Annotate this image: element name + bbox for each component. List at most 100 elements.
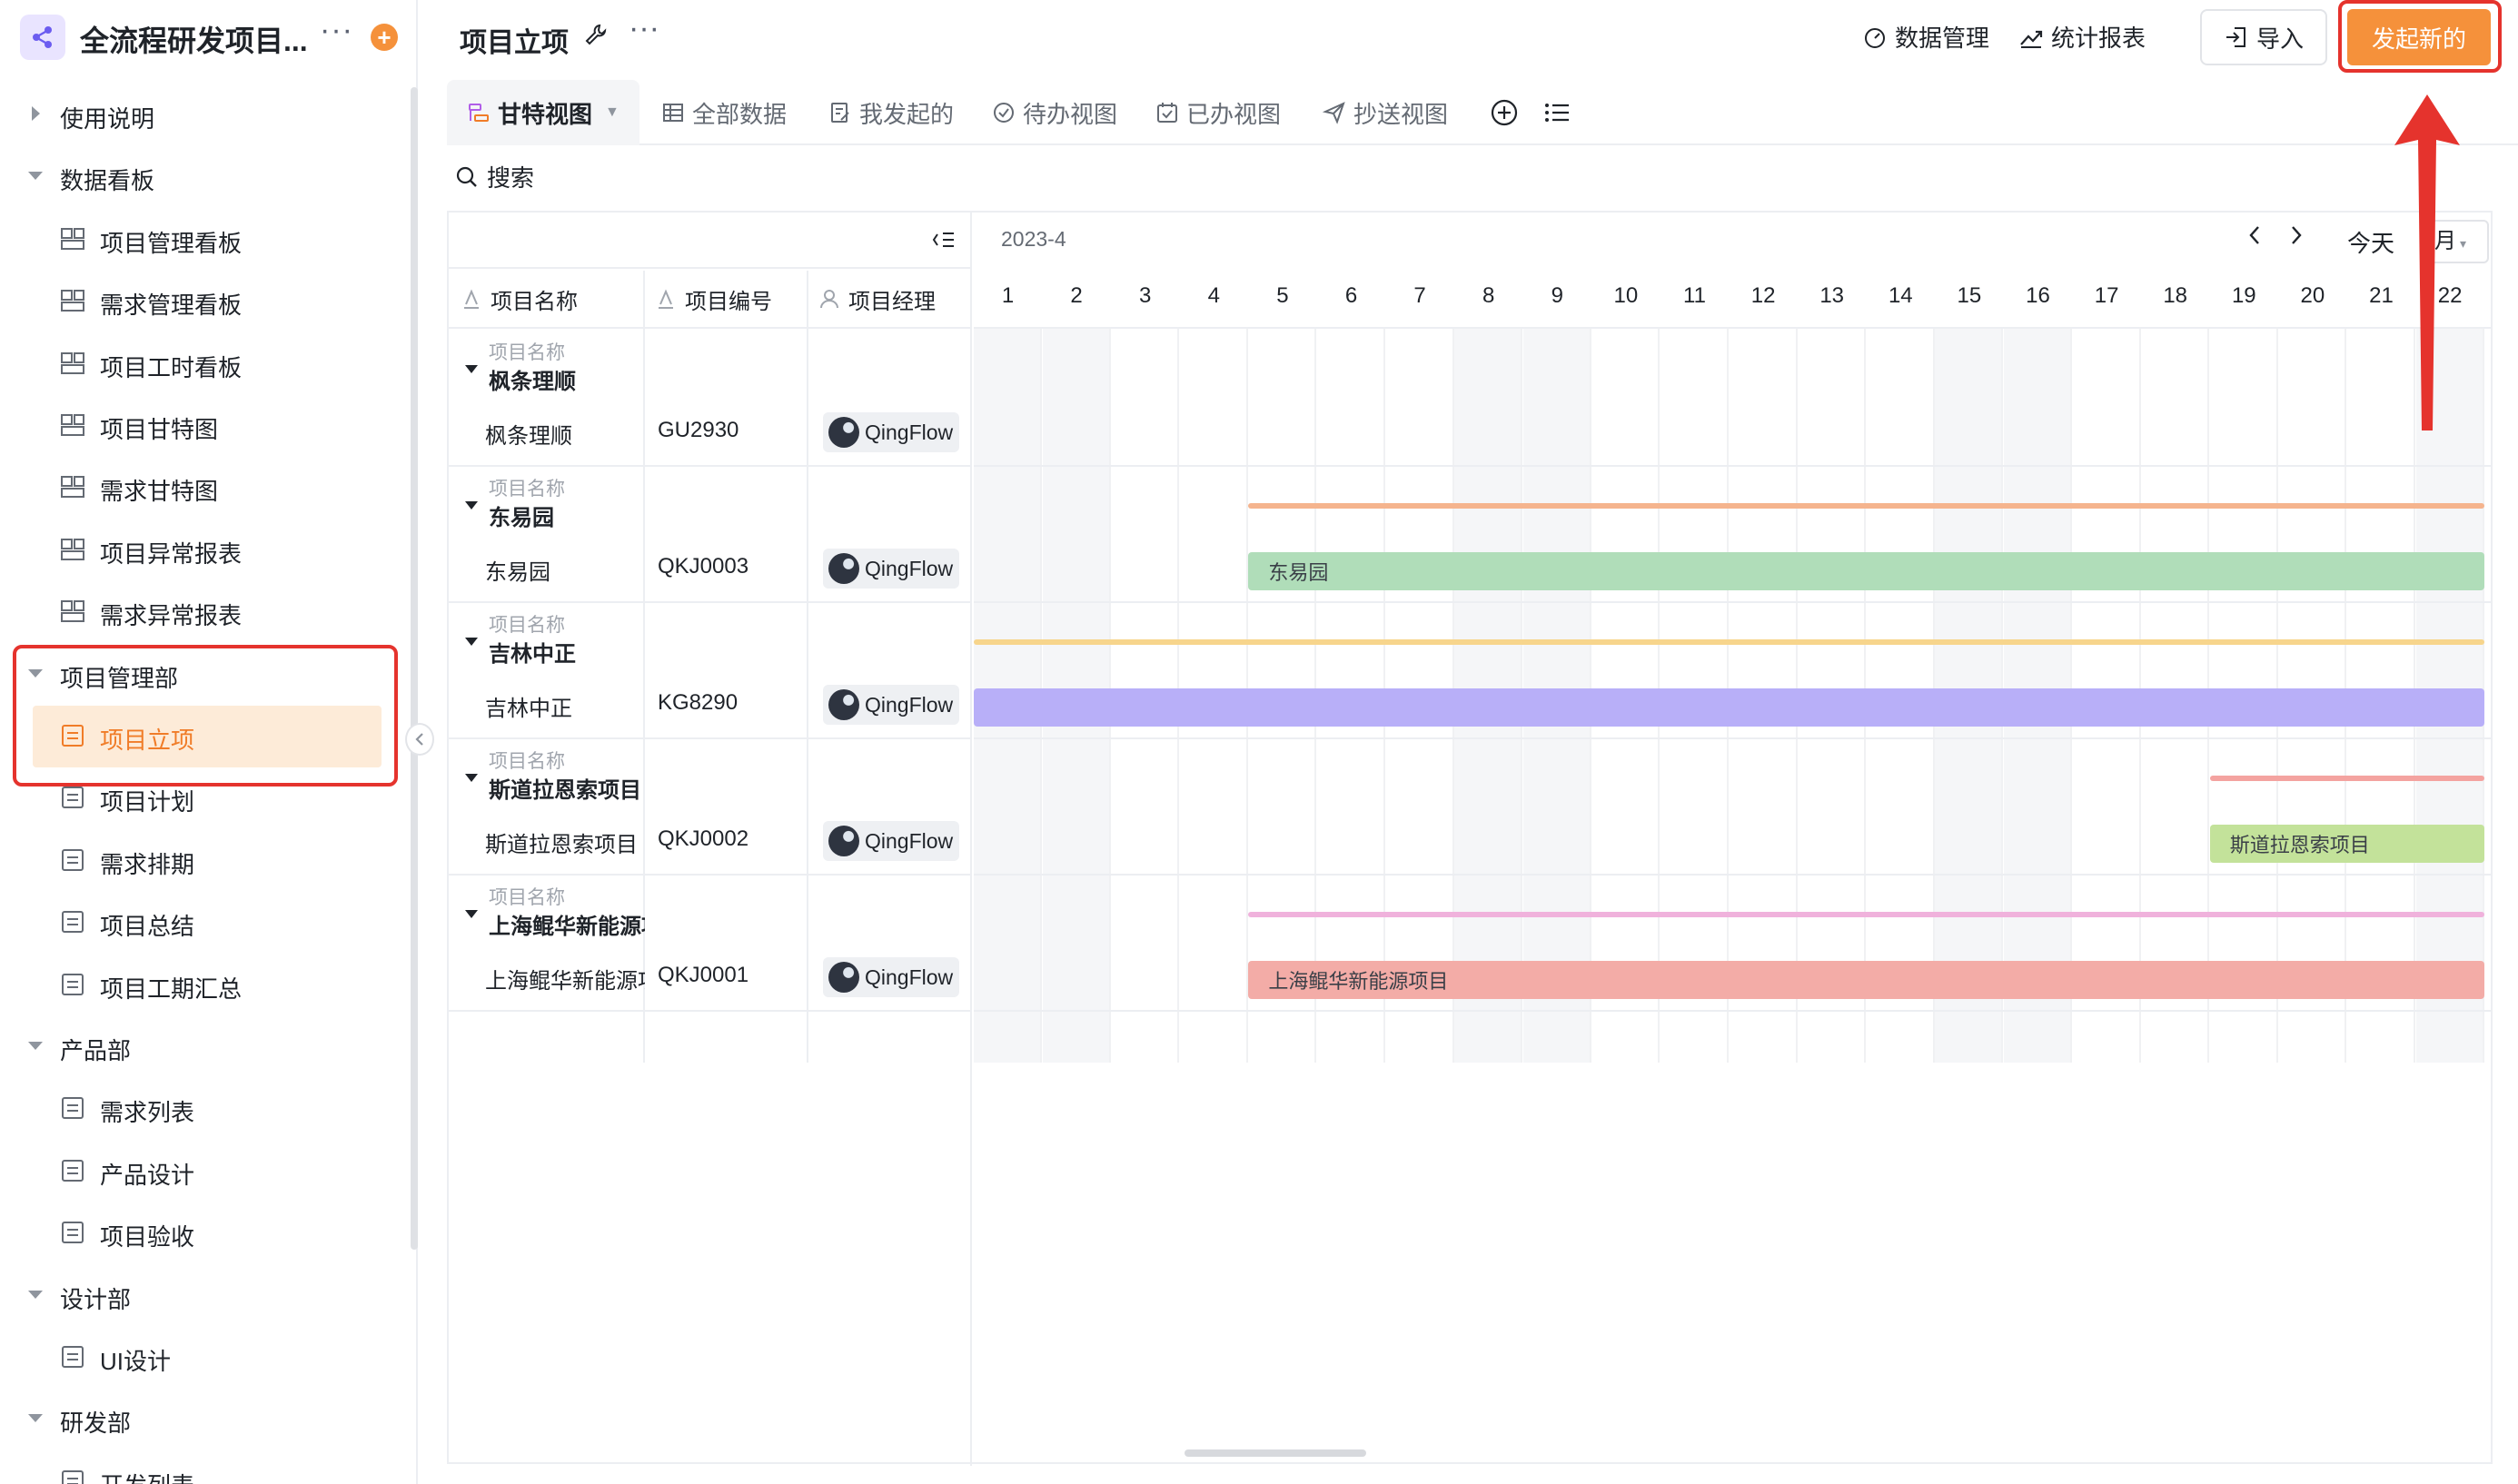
wrench-icon[interactable] (583, 22, 609, 52)
manager-name: QingFlow (865, 828, 954, 853)
gantt-bar[interactable]: 东易园 (1248, 552, 2485, 590)
sidebar-header: 全流程研发项目... ··· + (0, 0, 418, 73)
column-header[interactable]: 项目编号 (643, 271, 807, 329)
dashboard-icon (61, 351, 84, 374)
gantt-bar[interactable] (974, 688, 2485, 727)
sidebar-item-label: 项目总结 (100, 913, 195, 941)
search-box[interactable]: 搜索 (454, 160, 534, 193)
gantt-timeline: 2023-4 今天 月 ▾ 1 2 3 4 5 6 7 8 9 10 11 12 13 14 15 16 17 18… (974, 213, 2493, 1466)
sidebar-item[interactable]: 产品部 (0, 1015, 403, 1077)
gantt-bar[interactable]: 上海鲲华新能源项目 (1248, 961, 2485, 999)
data-manage-button[interactable]: 数据管理 (1862, 20, 1989, 54)
tab[interactable]: 抄送视图 (1323, 80, 1448, 145)
avatar (828, 689, 859, 720)
sidebar-item[interactable]: 项目总结 (0, 891, 403, 953)
sidebar-item[interactable]: 项目工时看板 (0, 332, 403, 394)
sidebar-item[interactable]: 产品设计 (0, 1140, 403, 1202)
sidebar-item[interactable]: 项目验收 (0, 1202, 403, 1263)
collapse-table-icon[interactable] (932, 229, 956, 255)
manager-chip[interactable]: QingFlow (823, 821, 959, 861)
manager-chip[interactable]: QingFlow (823, 549, 959, 589)
tab[interactable]: 全部数据 (661, 80, 787, 145)
import-button[interactable]: 导入 (2200, 9, 2327, 65)
table-row[interactable]: 项目名称 东易园 东易园 QKJ0003 QingFlow (449, 467, 972, 603)
chevron-left-icon[interactable] (2245, 223, 2264, 247)
manager-chip[interactable]: QingFlow (823, 957, 959, 997)
caret-down-icon[interactable] (465, 910, 478, 918)
day-label: 10 (1613, 283, 1639, 308)
sidebar-item[interactable]: 使用说明 (0, 84, 403, 145)
sidebar-item[interactable]: 研发部 (0, 1388, 403, 1449)
day-label: 15 (1957, 283, 1982, 308)
sidebar-item[interactable]: 需求排期 (0, 829, 403, 891)
caret-down-icon[interactable] (465, 365, 478, 373)
row-line (974, 601, 2493, 603)
sidebar-item-label: 需求列表 (100, 1099, 195, 1127)
gantt-progress-line[interactable] (2209, 776, 2485, 781)
add-icon[interactable]: + (371, 24, 398, 51)
sidebar-item[interactable]: 数据看板 (0, 145, 403, 207)
day-label: 13 (1819, 283, 1845, 308)
sidebar-scrollbar[interactable] (411, 87, 418, 1250)
sidebar-item[interactable]: 项目工期汇总 (0, 954, 403, 1015)
table-row[interactable]: 项目名称 吉林中正 吉林中正 KG8290 QingFlow (449, 603, 972, 739)
group-label: 项目名称 (489, 479, 565, 500)
tab[interactable]: 已办视图 (1155, 80, 1281, 145)
day-label: 16 (2026, 283, 2050, 308)
caret-down-icon[interactable] (465, 774, 478, 782)
collapse-sidebar-button[interactable] (405, 723, 434, 756)
trend-icon (2020, 30, 2043, 48)
stats-report-button[interactable]: 统计报表 (2018, 20, 2146, 54)
sidebar-item[interactable]: 开发列表 (0, 1450, 403, 1484)
table-row[interactable]: 项目名称 斯道拉恩索项目 斯道拉恩索项目 QKJ0002 QingFlow (449, 739, 972, 876)
column-header[interactable]: 项目经理 (807, 271, 972, 329)
sidebar-item[interactable]: 项目甘特图 (0, 394, 403, 456)
gantt-progress-line[interactable] (974, 639, 2485, 645)
caret-down-icon[interactable] (25, 1408, 45, 1428)
table-row[interactable]: 项目名称 枫条理顺 枫条理顺 GU2930 QingFlow (449, 331, 972, 467)
caret-down-icon[interactable] (465, 638, 478, 646)
caret-down-icon[interactable] (465, 501, 478, 510)
tab-label: 全部数据 (692, 100, 788, 128)
chevron-right-icon[interactable] (2287, 223, 2305, 247)
sidebar-item[interactable]: 需求甘特图 (0, 456, 403, 518)
sidebar-item[interactable]: 项目异常报表 (0, 519, 403, 580)
caret-down-icon[interactable] (25, 1035, 45, 1055)
edit-doc-icon (831, 103, 849, 123)
view-list-button[interactable] (1542, 80, 1571, 145)
new-record-button[interactable]: 发起新的 (2347, 9, 2491, 65)
column-header[interactable]: 项目名称 (449, 271, 643, 329)
gantt-progress-line[interactable] (1248, 912, 2485, 917)
day-label: 17 (2094, 283, 2119, 308)
tab[interactable]: 待办视图 (992, 80, 1117, 145)
tab[interactable]: 甘特视图 ▼ (447, 80, 639, 145)
manager-chip[interactable]: QingFlow (823, 412, 959, 452)
caret-down-icon[interactable] (25, 1284, 45, 1304)
share-icon[interactable] (20, 15, 65, 60)
row-line (974, 737, 2493, 739)
more-icon[interactable]: ··· (320, 13, 353, 48)
today-button[interactable]: 今天 (2347, 225, 2394, 259)
caret-down-icon[interactable] (25, 165, 45, 185)
caret-right-icon[interactable] (25, 104, 45, 124)
manager-chip[interactable]: QingFlow (823, 685, 959, 725)
avatar (828, 417, 859, 448)
sidebar-item[interactable]: 设计部 (0, 1264, 403, 1326)
horizontal-scrollbar[interactable] (1185, 1449, 1366, 1457)
tab-label: 抄送视图 (1353, 100, 1449, 128)
gantt-bar[interactable]: 斯道拉恩索项目 (2209, 825, 2485, 863)
sidebar-item[interactable]: 需求异常报表 (0, 580, 403, 642)
column-header-label: 项目经理 (848, 289, 936, 314)
sidebar-item[interactable]: 需求列表 (0, 1077, 403, 1139)
gantt-progress-line[interactable] (1248, 503, 2485, 509)
sidebar-item[interactable]: 项目管理看板 (0, 208, 403, 270)
chevron-down-icon[interactable]: ▼ (605, 104, 620, 121)
add-view-button[interactable] (1490, 80, 1519, 145)
dashboard-gauge-icon (1865, 27, 1885, 48)
more-icon[interactable]: ··· (629, 11, 659, 46)
sidebar-item[interactable]: 需求管理看板 (0, 270, 403, 331)
sidebar-item[interactable]: UI设计 (0, 1326, 403, 1388)
day-label: 3 (1139, 283, 1152, 308)
table-row[interactable]: 项目名称 上海鲲华新能源项目 上海鲲华新能源项目 QKJ0001 QingFlo… (449, 876, 972, 1012)
tab[interactable]: 我发起的 (828, 80, 954, 145)
